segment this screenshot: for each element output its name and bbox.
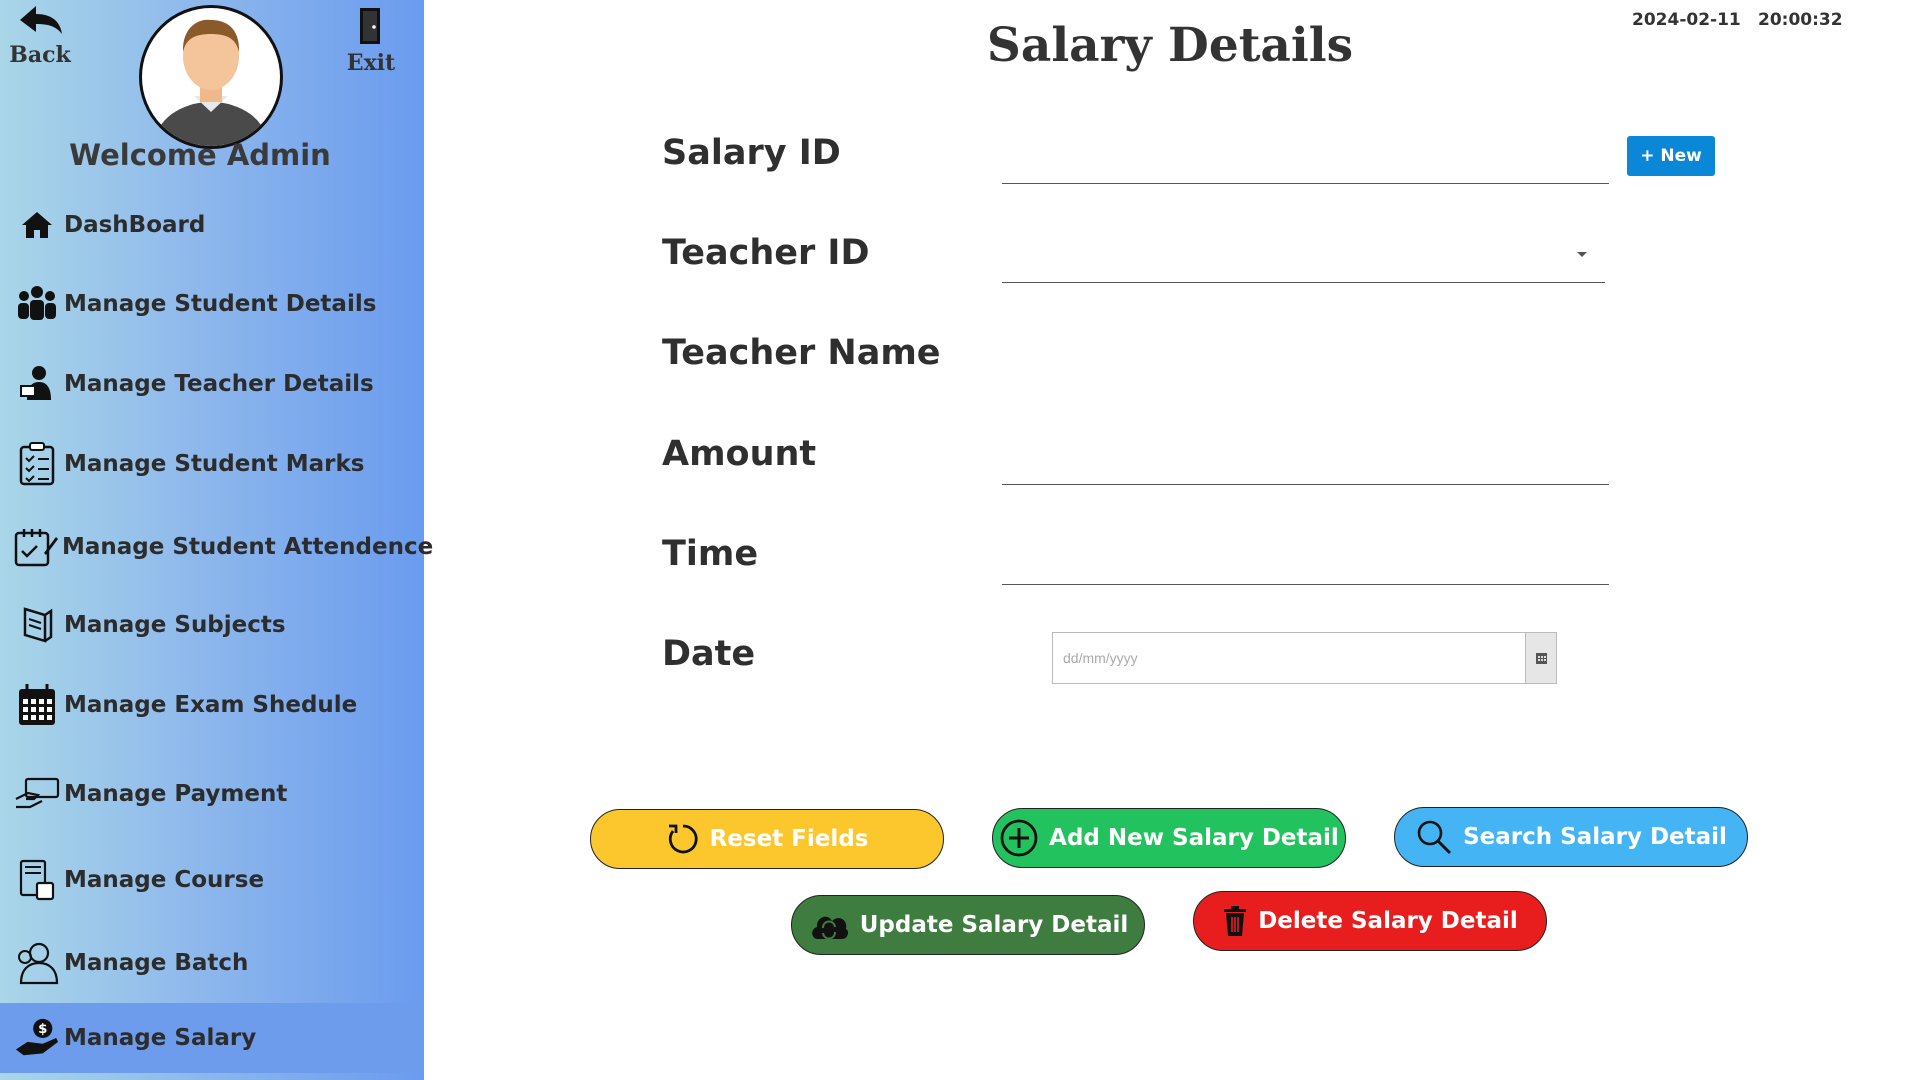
update-salary-button[interactable]: Update Salary Detail [791,895,1145,955]
calendar-icon [14,682,60,728]
teacher-name-value [1002,340,1605,384]
welcome-text: Welcome Admin [69,138,331,172]
search-salary-label: Search Salary Detail [1463,824,1727,850]
checklist-icon [14,441,60,487]
new-id-button[interactable]: + New [1627,136,1715,176]
exit-door-icon [360,8,380,44]
add-salary-button[interactable]: Add New Salary Detail [992,808,1346,868]
search-salary-button[interactable]: Search Salary Detail [1394,807,1748,867]
teacher-id-label: Teacher ID [662,233,870,273]
teacher-icon [14,361,60,407]
exit-label: Exit [346,50,396,76]
batch-user-icon [14,940,60,986]
sidebar-item-exam-shedule[interactable]: Manage Exam Shedule [0,670,424,740]
reset-fields-label: Reset Fields [709,826,869,852]
update-salary-label: Update Salary Detail [859,912,1129,938]
salary-id-label: Salary ID [662,133,841,173]
add-circle-icon [999,818,1039,858]
current-date: 2024-02-11 [1632,10,1741,30]
sidebar: Back Exit Welcome Admin DashBoard Manage… [0,0,433,1080]
sidebar-item-course[interactable]: Manage Course [0,845,424,915]
back-arrow-icon [20,6,62,34]
payment-hand-icon [14,771,60,817]
course-icon [14,857,60,903]
sidebar-item-batch[interactable]: Manage Batch [0,928,424,998]
sidebar-item-subjects[interactable]: Manage Subjects [0,590,424,660]
delete-salary-label: Delete Salary Detail [1258,908,1518,934]
exit-button[interactable]: Exit [340,6,402,76]
sidebar-item-student-marks[interactable]: Manage Student Marks [0,429,424,499]
book-icon [14,602,60,648]
calendar-button[interactable] [1525,633,1556,683]
attendance-icon [14,524,58,570]
sidebar-item-student-details[interactable]: Manage Student Details [0,269,424,339]
back-button[interactable]: Back [8,4,72,68]
sidebar-item-label: Manage Batch [64,950,249,976]
teacher-id-select[interactable] [1002,236,1605,283]
sidebar-item-label: Manage Teacher Details [64,371,374,397]
sidebar-item-label: Manage Salary [64,1025,257,1051]
current-time: 20:00:32 [1758,10,1843,30]
avatar [139,5,283,149]
chevron-down-icon [1577,252,1587,257]
delete-salary-button[interactable]: Delete Salary Detail [1193,891,1547,951]
time-input[interactable] [1002,538,1609,585]
refresh-icon [666,822,700,856]
time-label: Time [662,534,759,574]
sidebar-item-label: Manage Student Details [64,291,377,317]
svg-text:$: $ [38,1022,47,1037]
home-icon [14,202,60,248]
sidebar-item-label: Manage Payment [64,781,288,807]
sidebar-item-label: Manage Student Marks [64,451,365,477]
amount-input[interactable] [1002,438,1609,485]
page-title: Salary Details [986,18,1354,73]
sidebar-item-label: DashBoard [64,212,206,238]
salary-hand-icon: $ [14,1015,60,1061]
date-label: Date [662,634,756,674]
sidebar-item-salary[interactable]: $ Manage Salary [0,1003,424,1073]
teacher-name-label: Teacher Name [662,333,941,373]
back-label: Back [9,42,71,68]
cloud-sync-icon [808,909,850,941]
calendar-icon [1535,652,1547,664]
sidebar-item-student-attendence[interactable]: Manage Student Attendence [0,512,433,582]
date-picker [1052,632,1557,684]
trash-icon [1222,905,1248,937]
date-input[interactable] [1053,633,1505,683]
add-salary-label: Add New Salary Detail [1049,825,1339,851]
amount-label: Amount [662,434,817,474]
sidebar-item-label: Manage Course [64,867,265,893]
students-group-icon [14,281,60,327]
sidebar-item-label: Manage Subjects [64,612,286,638]
sidebar-item-label: Manage Exam Shedule [64,692,358,718]
search-icon [1415,818,1453,856]
salary-id-input[interactable] [1002,137,1609,184]
sidebar-item-label: Manage Student Attendence [62,534,434,560]
reset-fields-button[interactable]: Reset Fields [590,809,944,869]
sidebar-item-payment[interactable]: Manage Payment [0,759,424,829]
sidebar-item-teacher-details[interactable]: Manage Teacher Details [0,349,424,419]
sidebar-item-dashboard[interactable]: DashBoard [0,190,424,260]
